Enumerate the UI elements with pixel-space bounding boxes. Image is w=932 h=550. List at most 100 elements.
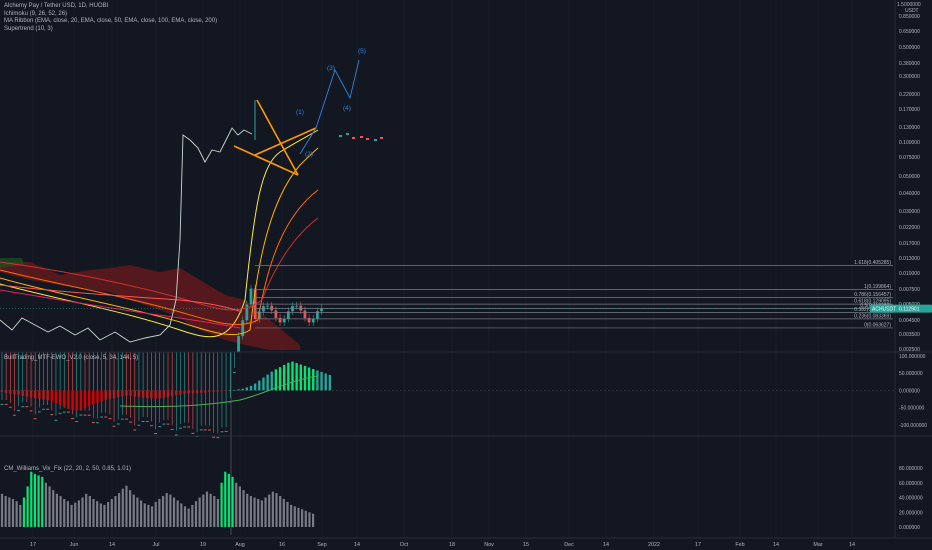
price-tick-4: 0.300000 [899, 74, 920, 80]
candle-body [166, 423, 170, 425]
time-tick-7: Sep [317, 542, 327, 548]
candle-body [216, 437, 220, 439]
vix-bar [275, 493, 278, 527]
ewo-bar [129, 390, 132, 396]
wave-label-3: (4) [343, 105, 351, 112]
candle-body [96, 422, 99, 424]
price-tick-13: 0.022000 [899, 225, 920, 231]
vix-bar [114, 496, 117, 527]
vix-bar [96, 501, 99, 527]
vix-bar [216, 498, 220, 527]
vix-bar [8, 497, 11, 527]
candle-body [174, 434, 178, 436]
vix-bar [169, 494, 172, 527]
vix-legend: CM_Williams_Vix_Fix (22, 20, 2, 50, 0.85… [4, 466, 131, 474]
vix-bar [209, 493, 212, 527]
candle-body [145, 420, 149, 422]
candle-body [116, 423, 120, 425]
ewo-bar [0, 390, 4, 393]
ewo-bar [287, 362, 290, 391]
candle-body [112, 425, 116, 427]
vix-bar [55, 493, 58, 527]
time-tick-20: 14 [849, 542, 855, 548]
price-tick-10: 0.050000 [899, 174, 920, 180]
ewo-bar [195, 390, 199, 394]
candle-body [50, 414, 54, 416]
ewo-bar [324, 373, 327, 391]
vix-bar [48, 486, 51, 527]
candle-body [183, 426, 186, 428]
ewo-bar [320, 371, 323, 391]
ewo-tick-3: -50.000000 [899, 406, 925, 412]
ewo-bar [283, 364, 286, 391]
candle-body [141, 420, 145, 422]
time-tick-10: 18 [449, 542, 455, 548]
vix-bar [15, 501, 18, 527]
vix-bar [271, 491, 274, 527]
ewo-bar [125, 390, 128, 396]
candle-body [191, 432, 195, 434]
vix-bar [88, 496, 91, 527]
main-legend: Alchemy Pay / Tether USD, 1D, HUOBI Ichi… [4, 3, 217, 33]
ewo-bar [237, 389, 240, 391]
time-tick-14: 14 [603, 542, 609, 548]
indicator-ma-ribbon[interactable]: MA Ribbon (EMA, close, 20, EMA, close, 5… [4, 18, 217, 26]
vix-bar [176, 500, 179, 527]
indicator-ichimoku[interactable]: Ichimoku (9, 26, 52, 26) [4, 11, 217, 19]
candle-body [282, 318, 286, 323]
ewo-bar [13, 390, 16, 395]
ewo-bar [200, 390, 203, 393]
candle-body [154, 433, 157, 435]
candle-body [299, 305, 303, 311]
vix-bar [92, 498, 95, 527]
vix-bar [63, 498, 66, 527]
ewo-bar [249, 385, 253, 391]
ewo-bar [92, 390, 95, 405]
price-tick-7: 0.130000 [899, 125, 920, 131]
candle-body [54, 419, 58, 421]
trading-chart[interactable]: 1.618(0.405285) 1(0.199864) 0.786(0.156457… [0, 0, 932, 550]
time-tick-18: 14 [773, 542, 779, 548]
symbol-title[interactable]: Alchemy Pay / Tether USD, 1D, HUOBI [4, 3, 217, 11]
indicator-supertrend[interactable]: Supertrend (10, 3) [4, 26, 217, 34]
candle-body [233, 371, 236, 373]
candle-body [125, 418, 128, 420]
vix-bar [297, 507, 300, 527]
vix-bar [81, 497, 84, 527]
vix-bar [26, 486, 29, 527]
price-tick-20: 0.003500 [899, 332, 920, 338]
time-tick-2: 14 [109, 542, 115, 548]
vix-bar [150, 506, 154, 527]
vix-bar [268, 494, 271, 527]
price-tick-2: 0.500000 [899, 45, 920, 51]
vix-bar [246, 493, 249, 527]
candle-body [212, 436, 216, 438]
ewo-bar [112, 390, 116, 398]
projected-candle-1 [346, 133, 349, 135]
candle-body [25, 406, 29, 408]
ewo-bar [258, 380, 261, 391]
fib-label-0: 1.618(0.405285) [854, 260, 891, 266]
vix-bar [0, 493, 4, 527]
ewo-bar [42, 390, 45, 400]
candle-body [311, 318, 315, 323]
price-tick-19: 0.004500 [899, 318, 920, 324]
candle-body [179, 427, 182, 429]
vix-tick-4: 0.000000 [899, 525, 920, 531]
time-tick-6: 16 [279, 542, 285, 548]
ewo-bar [100, 390, 103, 402]
ewo-title[interactable]: BullTrading_MTF-EWO_V2.0 (close, 5, 34, … [4, 355, 138, 363]
candle-body [208, 429, 211, 431]
vix-bar [238, 486, 241, 527]
vix-bar [227, 473, 231, 527]
ewo-bar [104, 390, 107, 400]
ewo-bar [9, 390, 12, 394]
vix-title[interactable]: CM_Williams_Vix_Fix (22, 20, 2, 50, 0.85… [4, 466, 131, 474]
ewo-legend: BullTrading_MTF-EWO_V2.0 (close, 5, 34, … [4, 355, 138, 363]
current-price-value: 0.112901 [899, 307, 920, 313]
vix-bar [107, 501, 110, 527]
ewo-bar [220, 390, 224, 392]
vix-bar [187, 508, 190, 527]
vix-bar [139, 500, 143, 527]
fib-label-6: 0.236(0.083369) [854, 313, 891, 319]
